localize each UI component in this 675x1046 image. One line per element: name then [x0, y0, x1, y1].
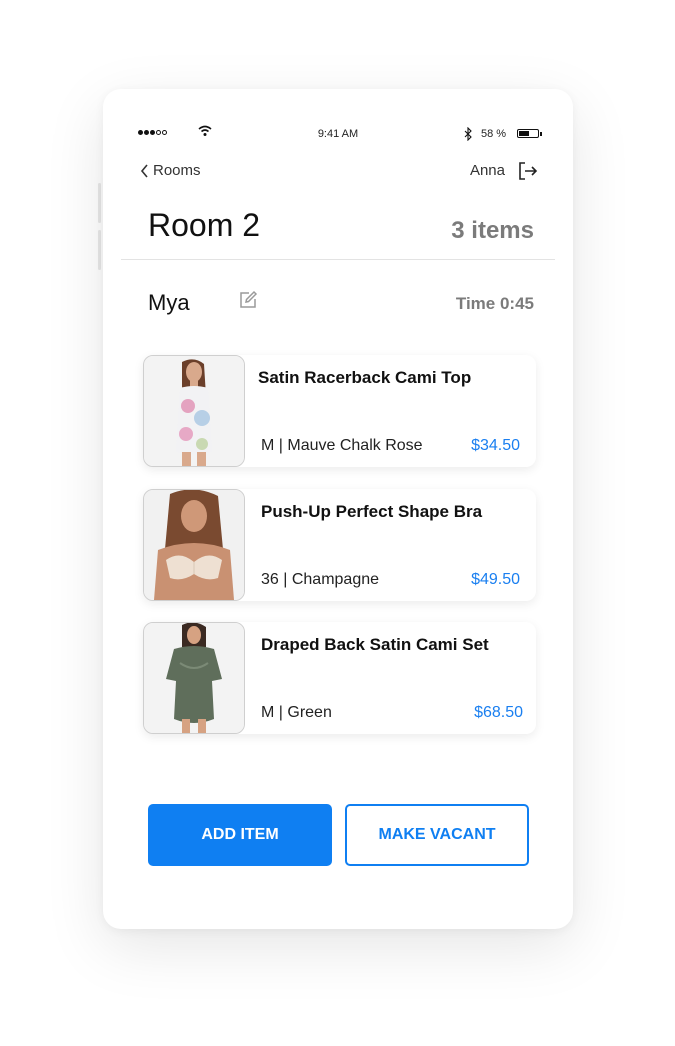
customer-name: Mya	[148, 290, 190, 315]
session-timer: Time 0:45	[455, 294, 534, 313]
logout-icon[interactable]	[518, 161, 538, 181]
back-label: Rooms	[153, 162, 201, 179]
page-title: Room 2	[148, 207, 261, 243]
item-name: Push-Up Perfect Shape Bra	[261, 502, 483, 521]
phone-frame: 9:41 AM 58 % Rooms Anna Room 2 3 items M…	[103, 89, 573, 929]
product-image	[143, 622, 245, 734]
item-variant: M | Mauve Chalk Rose	[261, 437, 423, 454]
list-item[interactable]: Draped Back Satin Cami Set M | Green $68…	[143, 622, 536, 734]
edit-icon[interactable]	[238, 290, 258, 310]
item-price: $68.50	[474, 704, 523, 721]
product-image	[143, 355, 245, 467]
user-name: Anna	[469, 162, 505, 179]
make-vacant-button[interactable]: MAKE VACANT	[345, 804, 529, 866]
product-image	[143, 489, 245, 601]
battery-percent: 58 %	[481, 128, 507, 140]
item-name: Draped Back Satin Cami Set	[261, 635, 489, 654]
nav-bar: Rooms Anna	[103, 159, 573, 183]
item-variant: M | Green	[261, 704, 332, 721]
item-variant: 36 | Champagne	[261, 571, 380, 588]
bluetooth-icon	[464, 127, 472, 141]
list-item[interactable]: Push-Up Perfect Shape Bra 36 | Champagne…	[143, 489, 536, 601]
item-name: Satin Racerback Cami Top	[258, 368, 472, 387]
divider	[121, 259, 555, 260]
side-button-lower	[98, 230, 101, 270]
items-count: 3 items	[451, 217, 534, 244]
back-button[interactable]: Rooms	[140, 162, 201, 179]
status-bar: 9:41 AM 58 %	[103, 125, 573, 143]
battery-icon	[517, 129, 539, 138]
item-price: $49.50	[471, 571, 520, 588]
add-item-button[interactable]: ADD ITEM	[148, 804, 332, 866]
item-price: $34.50	[471, 437, 520, 454]
side-button-upper	[98, 183, 101, 223]
chevron-left-icon	[140, 163, 148, 178]
battery-tip	[540, 132, 542, 136]
list-item[interactable]: Satin Racerback Cami Top M | Mauve Chalk…	[143, 355, 536, 467]
